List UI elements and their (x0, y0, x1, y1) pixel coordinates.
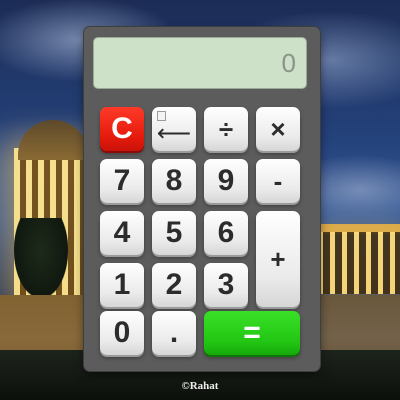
digit-9-button[interactable]: 9 (204, 159, 248, 203)
plus-button[interactable]: + (256, 211, 300, 307)
decimal-button[interactable]: . (152, 311, 196, 355)
calculator-display: 0 (93, 37, 307, 89)
minus-button[interactable]: - (256, 159, 300, 203)
digit-4-button[interactable]: 4 (100, 211, 144, 255)
digit-7-button[interactable]: 7 (100, 159, 144, 203)
digit-8-button[interactable]: 8 (152, 159, 196, 203)
digit-0-button[interactable]: 0 (100, 311, 144, 355)
multiply-button[interactable]: × (256, 107, 300, 151)
broken-image-icon (157, 111, 166, 121)
divide-button[interactable]: ÷ (204, 107, 248, 151)
digit-2-button[interactable]: 2 (152, 263, 196, 307)
backspace-button[interactable]: ⟵ (152, 107, 196, 151)
colonnade-building (318, 232, 400, 294)
equals-button[interactable]: = (204, 311, 300, 355)
tree-silhouette (14, 218, 68, 298)
rotunda-dome (18, 120, 88, 160)
digit-1-button[interactable]: 1 (100, 263, 144, 307)
backspace-arrow-icon: ⟵ (156, 119, 192, 147)
digit-5-button[interactable]: 5 (152, 211, 196, 255)
calculator: 0 C ⟵ ÷ × 7 8 9 - 4 5 6 + 1 2 3 0 . = (84, 27, 320, 371)
clear-button[interactable]: C (100, 107, 144, 151)
digit-3-button[interactable]: 3 (204, 263, 248, 307)
digit-6-button[interactable]: 6 (204, 211, 248, 255)
credit-text: ©Rahat (181, 380, 219, 392)
